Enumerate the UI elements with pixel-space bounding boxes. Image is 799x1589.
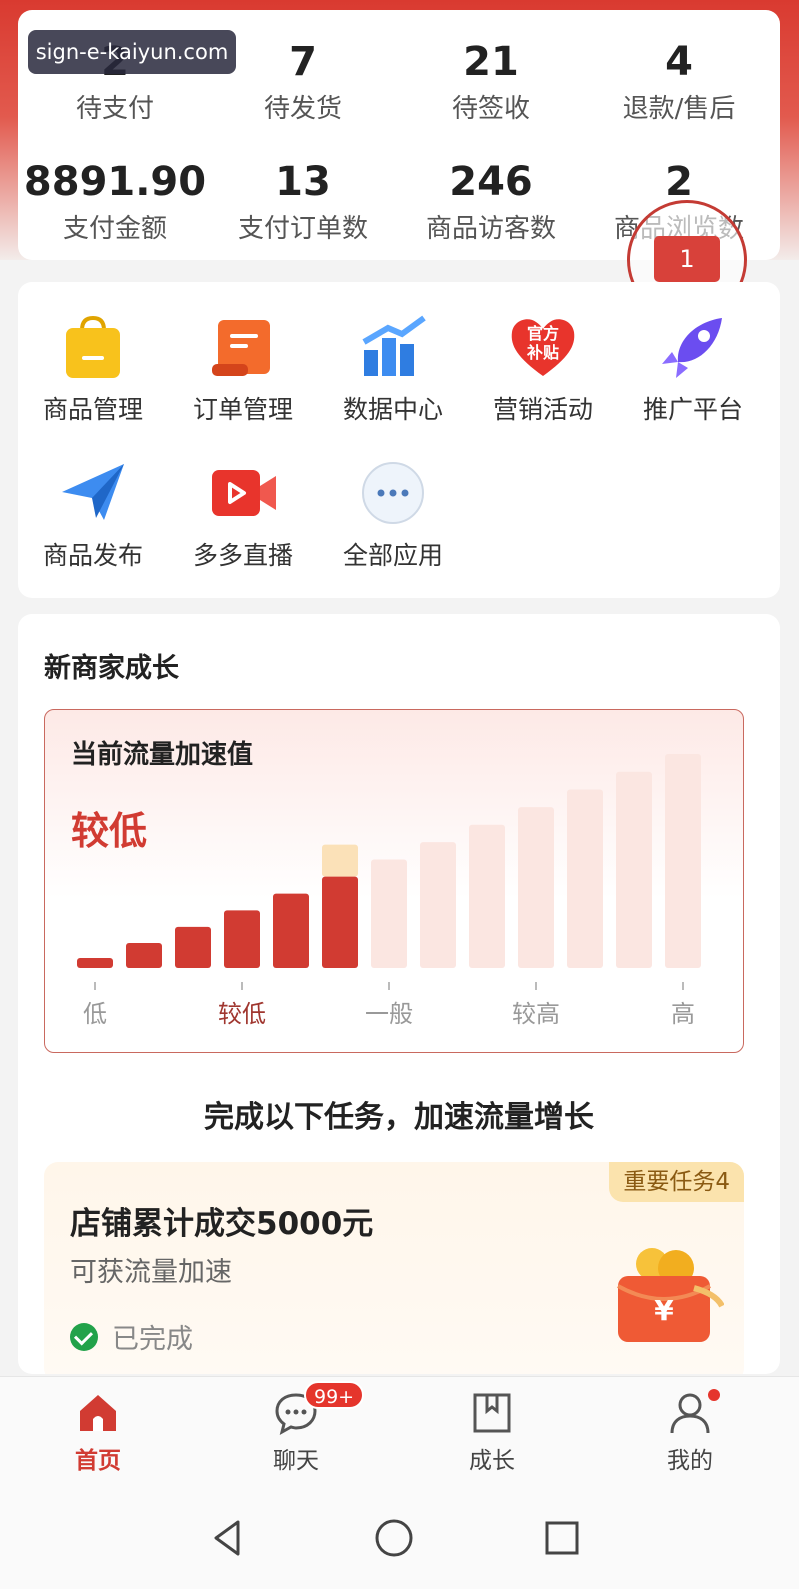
stat-label: 待签收 [451,94,530,124]
growth-book-icon [470,1391,514,1435]
axis-label: 较高 [512,1000,560,1028]
stat-value: 2 [665,159,693,205]
home-icon [76,1391,120,1435]
rocket-icon [658,312,728,382]
stat-value: 13 [275,159,331,205]
speed-bar [126,942,162,968]
home-nav-icon[interactable] [372,1516,416,1560]
app-promotion-platform[interactable]: 推广平台 [618,312,768,426]
stat-value: 8891.90 [23,159,207,205]
task-section-header: 完成以下任务，加速流量增长 [204,1100,594,1135]
speed-bar [175,926,211,968]
recents-icon[interactable] [540,1516,584,1560]
stat-label: 商品访客数 [425,214,556,244]
speed-bar-progress-cap [322,844,358,877]
speed-bar [224,910,260,968]
app-label: 商品发布 [42,541,143,570]
task-card[interactable]: 重要任务4 店铺累计成交5000元 可获流量加速 已完成 ¥ [44,1162,744,1374]
subsidy-heart-icon: 官方补贴 [508,312,578,382]
speed-bar [665,754,701,968]
speed-bar [518,807,554,968]
system-nav-bar [0,1486,799,1589]
app-label: 数据中心 [342,395,443,424]
reward-symbol: ¥ [654,1294,674,1327]
stat-value: 21 [463,39,519,85]
speed-bar [616,771,652,968]
more-dots-icon [358,458,428,528]
stat-pending-shipment[interactable]: 7 待发货 [208,38,398,126]
app-label: 订单管理 [192,395,293,424]
growth-card: 新商家成长 当前流量加速值 较低 低较低 一般 较高高 完成以下任务，加速流量增长 … [18,614,780,1374]
app-label: 商品管理 [42,395,143,424]
data-chart-icon [358,312,428,382]
profile-notification-dot [708,1389,720,1401]
app-product-publish[interactable]: 商品发布 [18,458,168,572]
stat-label: 退款/售后 [622,94,736,124]
stat-pending-receipt[interactable]: 21 待签收 [396,38,586,126]
subsidy-icon-text: 官方补贴 [526,324,559,362]
tab-home[interactable]: 首页 [38,1391,158,1475]
tab-label: 我的 [667,1448,713,1474]
app-all-apps[interactable]: 全部应用 [318,458,468,572]
stat-visitors[interactable]: 246 商品访客数 [396,158,586,246]
stat-label: 待支付 [75,94,154,124]
app-live-stream[interactable]: 多多直播 [168,458,318,572]
stat-payment-orders[interactable]: 13 支付订单数 [208,158,398,246]
back-icon[interactable] [206,1516,250,1560]
axis-label: 一般 [365,1000,413,1028]
app-order-management[interactable]: 订单管理 [168,312,318,426]
task-badge: 重要任务4 [609,1162,744,1202]
stat-payment-amount[interactable]: 8891.90 支付金额 [20,158,210,246]
order-scroll-icon [208,312,278,382]
task-status: 已完成 [70,1317,193,1356]
axis-label: 高 [671,1000,695,1028]
traffic-speed-box[interactable]: 当前流量加速值 较低 低较低 一般 较高高 [44,709,744,1053]
speed-bar [273,893,309,968]
app-data-center[interactable]: 数据中心 [318,312,468,426]
speed-bar [77,958,113,968]
app-label: 营销活动 [492,395,593,424]
bottom-tab-bar: 首页 99+ 聊天 成长 我的 [0,1376,799,1486]
app-label: 多多直播 [192,541,293,570]
axis-label: 低 [83,1000,107,1028]
speed-bar [469,824,505,968]
check-circle-icon [70,1322,98,1351]
tab-label: 聊天 [273,1448,319,1474]
tab-chat[interactable]: 99+ 聊天 [236,1381,365,1475]
app-product-management[interactable]: 商品管理 [18,312,168,426]
apps-grid: 商品管理 订单管理 数据中心 官方补贴 营销活动 推广平台 商品发布 多多直播 … [18,282,780,598]
stat-value: 7 [289,39,317,85]
stat-label: 待发货 [263,94,342,124]
message-count: 1 [654,236,720,282]
app-marketing[interactable]: 官方补贴 营销活动 [468,312,618,426]
tab-profile[interactable]: 我的 [630,1389,750,1475]
axis-label: 较低 [218,1000,266,1028]
profile-icon [668,1389,720,1435]
chat-unread-badge: 99+ [304,1381,365,1409]
tab-growth[interactable]: 成长 [432,1391,552,1475]
speed-bar [371,859,407,968]
app-label: 推广平台 [642,395,743,424]
stat-label: 支付金额 [62,214,167,244]
task-subtitle: 可获流量加速 [70,1257,232,1288]
stat-value: 246 [449,159,533,205]
shopping-bag-icon [58,312,128,382]
speed-bar [420,842,456,968]
watermark: sign-e-kaiyun.com [28,30,236,74]
chat-icon: 99+ [274,1381,365,1435]
tab-label: 成长 [469,1448,515,1474]
tab-label: 首页 [75,1448,121,1474]
task-status-text: 已完成 [112,1324,193,1355]
growth-title: 新商家成长 [44,653,179,684]
stat-label: 支付订单数 [237,214,368,244]
stat-refund[interactable]: 4 退款/售后 [584,38,774,126]
paper-plane-icon [58,458,128,528]
red-envelope-icon: ¥ [604,1242,725,1352]
speed-bar [567,789,603,968]
app-label: 全部应用 [342,541,443,570]
task-title: 店铺累计成交5000元 [70,1206,374,1242]
speed-bar [322,876,358,968]
stat-value: 4 [665,39,693,85]
live-video-icon [208,458,278,528]
